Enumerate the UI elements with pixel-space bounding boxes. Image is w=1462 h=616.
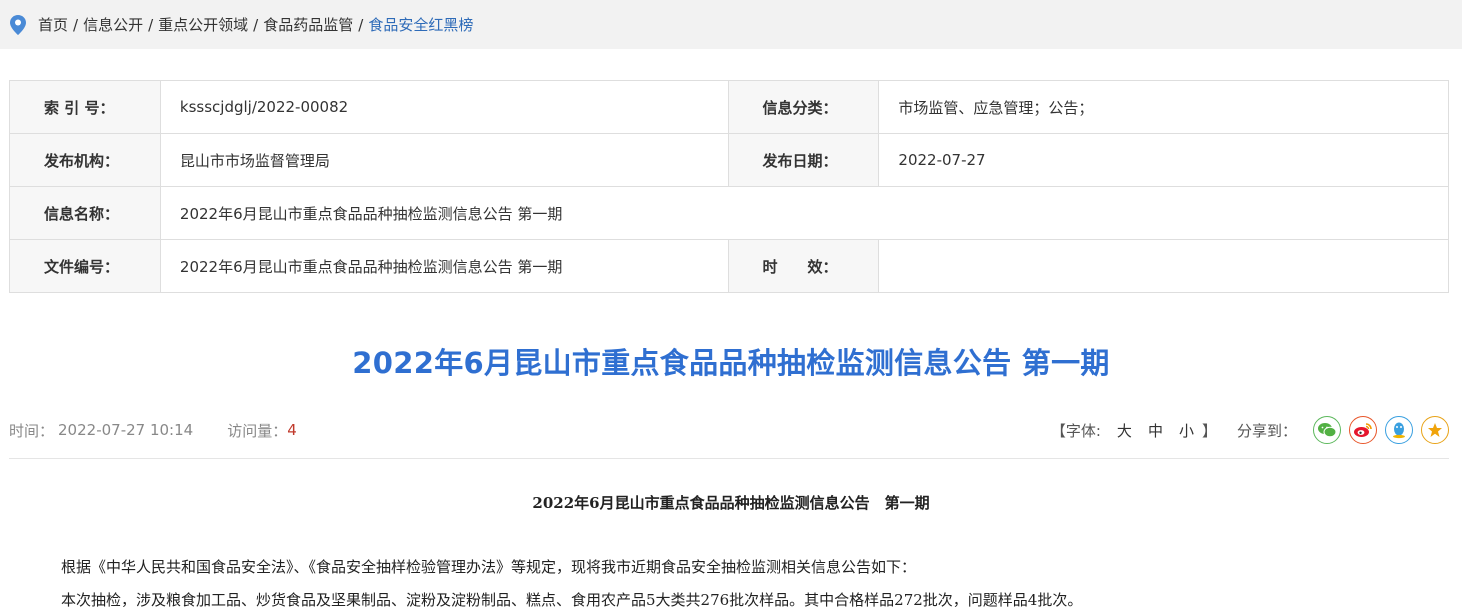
article-meta: 时间： 2022-07-27 10:14 访问量： 4 【 字体: 大 中 小 … — [9, 412, 1449, 448]
publisher-label: 发布机构： — [9, 133, 161, 187]
category-label: 信息分类： — [727, 80, 880, 134]
breadcrumb-current[interactable]: 食品安全红黑榜 — [368, 14, 473, 35]
document-info-table: 索 引 号： kssscjdglj/2022-00082 信息分类： 市场监管、… — [9, 80, 1450, 293]
publish-date-value: 2022-07-27 — [878, 133, 1449, 187]
validity-value — [878, 239, 1449, 293]
visits-label: 访问量： — [227, 421, 288, 440]
info-row-docno: 文件编号： 2022年6月昆山市重点食品品种抽检监测信息公告 第一期 时 效： — [9, 239, 1449, 293]
font-size-label: 字体: — [1065, 421, 1101, 440]
share-label: 分享到： — [1236, 421, 1297, 440]
share-qq-button[interactable] — [1385, 416, 1413, 444]
content-paragraph: 本次抽检，涉及粮食加工品、炒货食品及坚果制品、淀粉及淀粉制品、糕点、食用农产品5… — [61, 591, 1083, 609]
breadcrumb-home[interactable]: 首页 — [38, 14, 68, 35]
breadcrumb-separator: / — [148, 15, 154, 34]
category-value: 市场监管、应急管理；公告； — [878, 80, 1449, 134]
font-size-large-button[interactable]: 大 — [1117, 420, 1132, 441]
info-row-publisher: 发布机构： 昆山市市场监督管理局 发布日期： 2022-07-27 — [9, 133, 1449, 187]
page-title: 2022年6月昆山市重点食品品种抽检监测信息公告 第一期 — [352, 346, 1110, 380]
font-size-medium-button[interactable]: 中 — [1148, 420, 1163, 441]
divider — [9, 458, 1449, 459]
validity-label: 时 效： — [727, 239, 880, 293]
content-heading: 2022年6月昆山市重点食品品种抽检监测信息公告 第一期 — [532, 494, 930, 512]
info-row-name: 信息名称： 2022年6月昆山市重点食品品种抽检监测信息公告 第一期 — [9, 186, 1450, 240]
wechat-icon — [1318, 423, 1337, 438]
content-paragraph: 根据《中华人民共和国食品安全法》、《食品安全抽样检验管理办法》等规定，现将我市近… — [61, 558, 917, 576]
breadcrumb-separator: / — [73, 15, 79, 34]
breadcrumb-info-disclosure[interactable]: 信息公开 — [83, 14, 143, 35]
info-name-value: 2022年6月昆山市重点食品品种抽检监测信息公告 第一期 — [159, 186, 1450, 240]
breadcrumb-separator: / — [358, 15, 364, 34]
info-row-index: 索 引 号： kssscjdglj/2022-00082 信息分类： 市场监管、… — [9, 80, 1449, 134]
breadcrumb-food-drug[interactable]: 食品药品监管 — [263, 14, 353, 35]
share-favorite-button[interactable] — [1421, 416, 1449, 444]
publisher-value: 昆山市市场监督管理局 — [159, 133, 729, 187]
weibo-icon — [1354, 423, 1372, 437]
time-label: 时间： — [9, 421, 55, 440]
visits-count: 4 — [287, 421, 297, 439]
font-size-close-bracket: 】 — [1201, 421, 1217, 440]
favorite-icon — [1428, 423, 1442, 437]
breadcrumb-separator: / — [253, 15, 259, 34]
share-wechat-button[interactable] — [1313, 416, 1341, 444]
publish-date-label: 发布日期： — [727, 133, 880, 187]
index-value: kssscjdglj/2022-00082 — [159, 80, 729, 134]
tools: 【 字体: 大 中 小 】 分享到： — [1051, 416, 1449, 444]
qq-icon — [1393, 422, 1405, 439]
share-weibo-button[interactable] — [1349, 416, 1377, 444]
breadcrumb-key-areas[interactable]: 重点公开领域 — [158, 14, 248, 35]
map-pin-icon — [10, 14, 26, 35]
breadcrumb: 首页 / 信息公开 / 重点公开领域 / 食品药品监管 / 食品安全红黑榜 — [0, 0, 1462, 49]
time-value: 2022-07-27 10:14 — [58, 421, 194, 439]
index-label: 索 引 号： — [9, 80, 161, 134]
doc-number-value: 2022年6月昆山市重点食品品种抽检监测信息公告 第一期 — [159, 239, 729, 293]
font-size-open-bracket: 【 — [1050, 421, 1066, 440]
info-name-label: 信息名称： — [9, 186, 161, 240]
doc-number-label: 文件编号： — [9, 239, 161, 293]
font-size-small-button[interactable]: 小 — [1179, 420, 1194, 441]
